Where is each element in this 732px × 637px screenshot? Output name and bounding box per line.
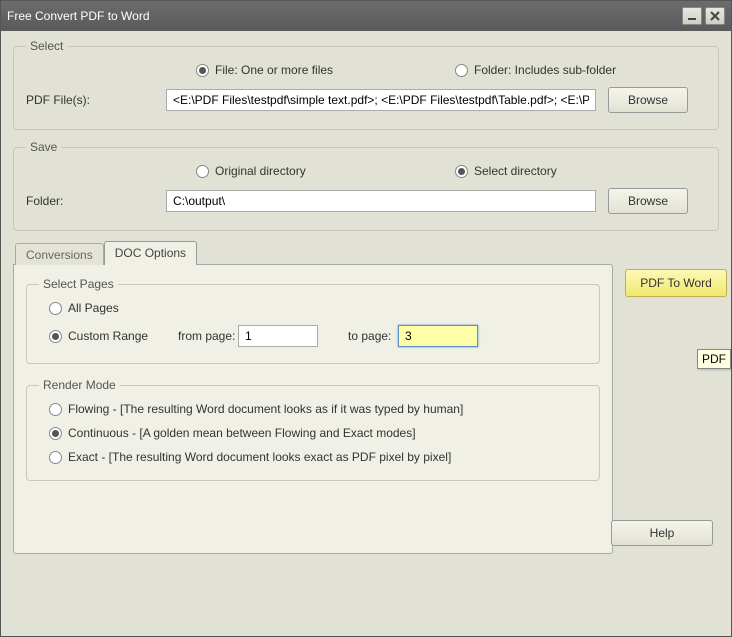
folder-label: Folder: [26,194,166,208]
original-dir-label: Original directory [215,164,455,178]
exact-radio[interactable] [49,451,62,464]
tooltip-fragment: PDF [697,349,731,369]
all-pages-radio[interactable] [49,302,62,315]
all-pages-label: All Pages [68,301,119,315]
select-dir-radio[interactable] [455,165,468,178]
close-icon [709,10,721,22]
close-button[interactable] [705,7,725,25]
render-mode-legend: Render Mode [39,378,120,392]
window-title: Free Convert PDF to Word [7,9,679,23]
titlebar: Free Convert PDF to Word [1,1,731,31]
folder-radio-label: Folder: Includes sub-folder [474,63,616,77]
original-dir-radio[interactable] [196,165,209,178]
flowing-label: Flowing - [The resulting Word document l… [68,402,463,416]
custom-range-label: Custom Range [68,329,178,343]
tab-conversions[interactable]: Conversions [15,243,104,265]
pdf-to-word-button[interactable]: PDF To Word [625,269,727,297]
render-mode-group: Render Mode Flowing - [The resulting Wor… [26,378,600,481]
select-pages-legend: Select Pages [39,277,118,291]
continuous-label: Continuous - [A golden mean between Flow… [68,426,416,440]
browse-files-button[interactable]: Browse [608,87,688,113]
tab-doc-options[interactable]: DOC Options [104,241,197,265]
exact-label: Exact - [The resulting Word document loo… [68,450,451,464]
folder-radio[interactable] [455,64,468,77]
flowing-radio[interactable] [49,403,62,416]
minimize-button[interactable] [682,7,702,25]
select-legend: Select [26,39,67,53]
save-legend: Save [26,140,61,154]
select-dir-label: Select directory [474,164,557,178]
help-button[interactable]: Help [611,520,713,546]
file-radio-label: File: One or more files [215,63,455,77]
save-group: Save Original directory Select directory… [13,140,719,231]
file-radio[interactable] [196,64,209,77]
browse-folder-button[interactable]: Browse [608,188,688,214]
from-page-label: from page: [178,329,238,343]
custom-range-radio[interactable] [49,330,62,343]
select-group: Select File: One or more files Folder: I… [13,39,719,130]
to-page-input[interactable] [398,325,478,347]
minimize-icon [686,10,698,22]
from-page-input[interactable] [238,325,318,347]
pdf-files-input[interactable] [166,89,596,111]
to-page-label: to page: [348,329,398,343]
tab-body: Select Pages All Pages Custom Range from… [13,264,613,554]
folder-input[interactable] [166,190,596,212]
select-pages-group: Select Pages All Pages Custom Range from… [26,277,600,364]
continuous-radio[interactable] [49,427,62,440]
pdf-files-label: PDF File(s): [26,93,166,107]
tabs-header: Conversions DOC Options [15,241,613,265]
